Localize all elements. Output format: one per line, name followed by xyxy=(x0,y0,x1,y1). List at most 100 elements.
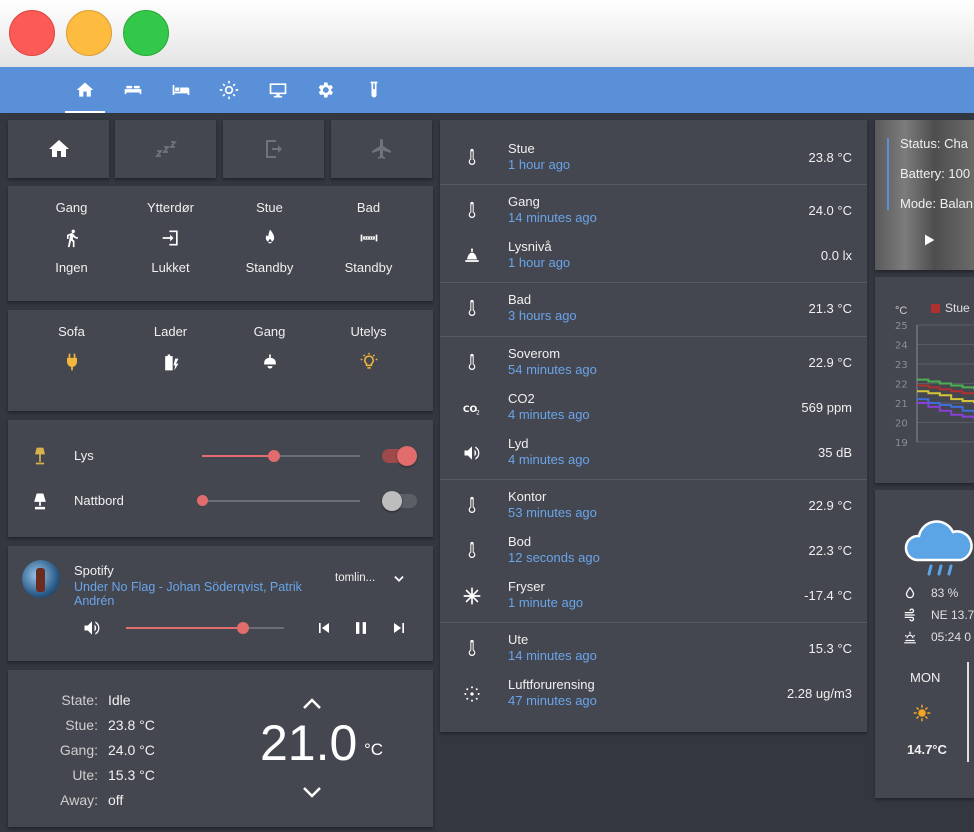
sensor-row[interactable]: Bad 3 hours ago 21.3 °C xyxy=(440,287,867,331)
sensor-cell-stue[interactable]: Stue Standby xyxy=(220,198,319,278)
volume-icon[interactable] xyxy=(82,618,102,638)
svg-text:CO: CO xyxy=(463,404,478,415)
switch-sofa[interactable]: Sofa xyxy=(22,322,121,382)
volume-slider[interactable] xyxy=(126,622,284,634)
sensor-name: Ytterdør xyxy=(147,200,194,215)
tab-settings[interactable] xyxy=(303,67,347,113)
wind-icon xyxy=(903,608,917,622)
close-window-button[interactable] xyxy=(9,10,55,56)
switch-name: Utelys xyxy=(350,324,387,339)
lights-card: Lys Nattbord xyxy=(8,420,433,537)
temperature-chart: 25 24 23 22 21 20 19 xyxy=(895,321,974,447)
y-tick-label: 22 xyxy=(895,380,908,391)
monitor-icon xyxy=(269,83,287,98)
weather-humidity: 83 % xyxy=(931,586,959,600)
sensor-name: Luftforurensing xyxy=(508,677,595,692)
sensor-row[interactable]: Lyd 4 minutes ago 35 dB xyxy=(440,431,867,475)
sensor-name: Soverom xyxy=(508,346,561,361)
tab-lights[interactable] xyxy=(207,67,251,113)
group-divider xyxy=(440,282,867,283)
sensor-value: 21.3 °C xyxy=(808,301,852,316)
legend-label[interactable]: Stue xyxy=(945,301,970,315)
tab-lab[interactable] xyxy=(352,67,396,113)
sensor-row[interactable]: Lysnivå 1 hour ago 0.0 lx xyxy=(440,234,867,278)
sensor-value: 0.0 lx xyxy=(820,248,852,263)
switch-utelys[interactable]: Utelys xyxy=(319,322,418,382)
sensor-row[interactable]: Bod 12 seconds ago 22.3 °C xyxy=(440,529,867,573)
vacuum-card: Status: Cha Battery: 100 Mode: Balan xyxy=(875,120,974,270)
slider-thumb[interactable] xyxy=(197,495,208,506)
sensor-row[interactable]: Fryser 1 minute ago -17.4 °C xyxy=(440,574,867,618)
slider-thumb[interactable] xyxy=(268,450,280,462)
source-select[interactable]: tomlin... xyxy=(335,572,375,584)
temp-down-icon[interactable] xyxy=(300,780,324,804)
chevron-down-icon[interactable] xyxy=(392,572,406,586)
home-mode-button[interactable] xyxy=(8,120,109,178)
thermometer-icon xyxy=(462,639,482,659)
away-mode-button[interactable] xyxy=(223,120,324,178)
nattbord-toggle[interactable] xyxy=(382,491,417,511)
sensor-row[interactable]: Kontor 53 minutes ago 22.9 °C xyxy=(440,484,867,528)
y-tick-label: 21 xyxy=(895,399,908,410)
bed-double-icon xyxy=(124,85,142,95)
vacation-mode-button[interactable] xyxy=(331,120,432,178)
sensor-state: Ingen xyxy=(55,260,88,275)
weather-card: 83 % NE 13.7 05:24 0 MON 14.7°C xyxy=(875,490,974,798)
play-icon[interactable] xyxy=(921,232,937,248)
album-art xyxy=(22,560,60,598)
sensor-name: Bod xyxy=(508,534,532,549)
slider-fill xyxy=(126,627,243,629)
sensor-row[interactable]: Luftforurensing 47 minutes ago 2.28 ug/m3 xyxy=(440,672,867,716)
next-track-icon[interactable] xyxy=(389,618,409,638)
minimize-window-button[interactable] xyxy=(66,10,112,56)
sensor-row[interactable]: Ute 14 minutes ago 15.3 °C xyxy=(440,627,867,671)
slider-thumb[interactable] xyxy=(237,622,249,634)
track-info: Under No Flag - Johan Söderqvist, Patrik… xyxy=(74,580,302,608)
sensor-name: Fryser xyxy=(508,579,545,594)
maximize-window-button[interactable] xyxy=(123,10,169,56)
sensor-row[interactable]: Gang 14 minutes ago 24.0 °C xyxy=(440,189,867,233)
sensor-row[interactable]: Soverom 54 minutes ago 22.9 °C xyxy=(440,341,867,385)
thermometer-icon xyxy=(462,496,482,516)
forecast-day: MON xyxy=(910,670,941,685)
pause-icon[interactable] xyxy=(351,618,371,638)
sensor-cell-bad[interactable]: Bad Standby xyxy=(319,198,418,278)
sensor-row[interactable]: CO 2 CO2 4 minutes ago 569 ppm xyxy=(440,386,867,430)
sensor-last-changed: 47 minutes ago xyxy=(508,693,597,708)
sensor-row[interactable]: Stue 1 hour ago 23.8 °C xyxy=(440,136,867,180)
tab-guestroom[interactable] xyxy=(159,67,203,113)
y-tick-label: 20 xyxy=(895,419,908,430)
tab-home[interactable] xyxy=(63,67,107,113)
sleep-mode-button[interactable] xyxy=(115,120,216,178)
temp-up-icon[interactable] xyxy=(300,692,324,716)
lys-slider[interactable] xyxy=(202,450,360,462)
tab-media[interactable] xyxy=(256,67,300,113)
sensor-name: CO2 xyxy=(508,391,535,406)
sensor-last-changed: 4 minutes ago xyxy=(508,452,590,467)
switch-gang[interactable]: Gang xyxy=(220,322,319,382)
lys-toggle[interactable] xyxy=(382,446,417,466)
sensor-name: Gang xyxy=(508,194,540,209)
sensor-name: Lyd xyxy=(508,436,529,451)
sensor-cell-ytterdor[interactable]: Ytterdør Lukket xyxy=(121,198,220,278)
temperature-history-card: °C Stue 25 24 23 22 21 20 19 xyxy=(875,277,974,483)
previous-track-icon[interactable] xyxy=(314,618,334,638)
thermostat-card: State: Idle Stue: 23.8 °C Gang: 24.0 °C Ute… xyxy=(8,670,433,827)
sensor-name: Stue xyxy=(256,200,283,215)
nattbord-slider[interactable] xyxy=(197,495,360,506)
air-quality-icon xyxy=(462,684,482,704)
sensor-last-changed: 1 hour ago xyxy=(508,255,571,270)
bulb-icon xyxy=(360,352,377,369)
switch-lader[interactable]: Lader xyxy=(121,322,220,382)
co2-icon: CO 2 xyxy=(462,398,482,418)
sensor-name: Bad xyxy=(508,292,532,307)
light-level-icon xyxy=(462,246,482,266)
attr-value: 24.0 °C xyxy=(108,742,155,758)
sensor-cell-gang[interactable]: Gang Ingen xyxy=(22,198,121,278)
sensor-value: 2.28 ug/m3 xyxy=(786,686,852,701)
switch-name: Gang xyxy=(253,324,286,339)
group-divider xyxy=(440,336,867,337)
tab-bedroom[interactable] xyxy=(111,67,155,113)
y-tick-label: 24 xyxy=(895,341,908,352)
y-tick-label: 23 xyxy=(895,360,908,371)
